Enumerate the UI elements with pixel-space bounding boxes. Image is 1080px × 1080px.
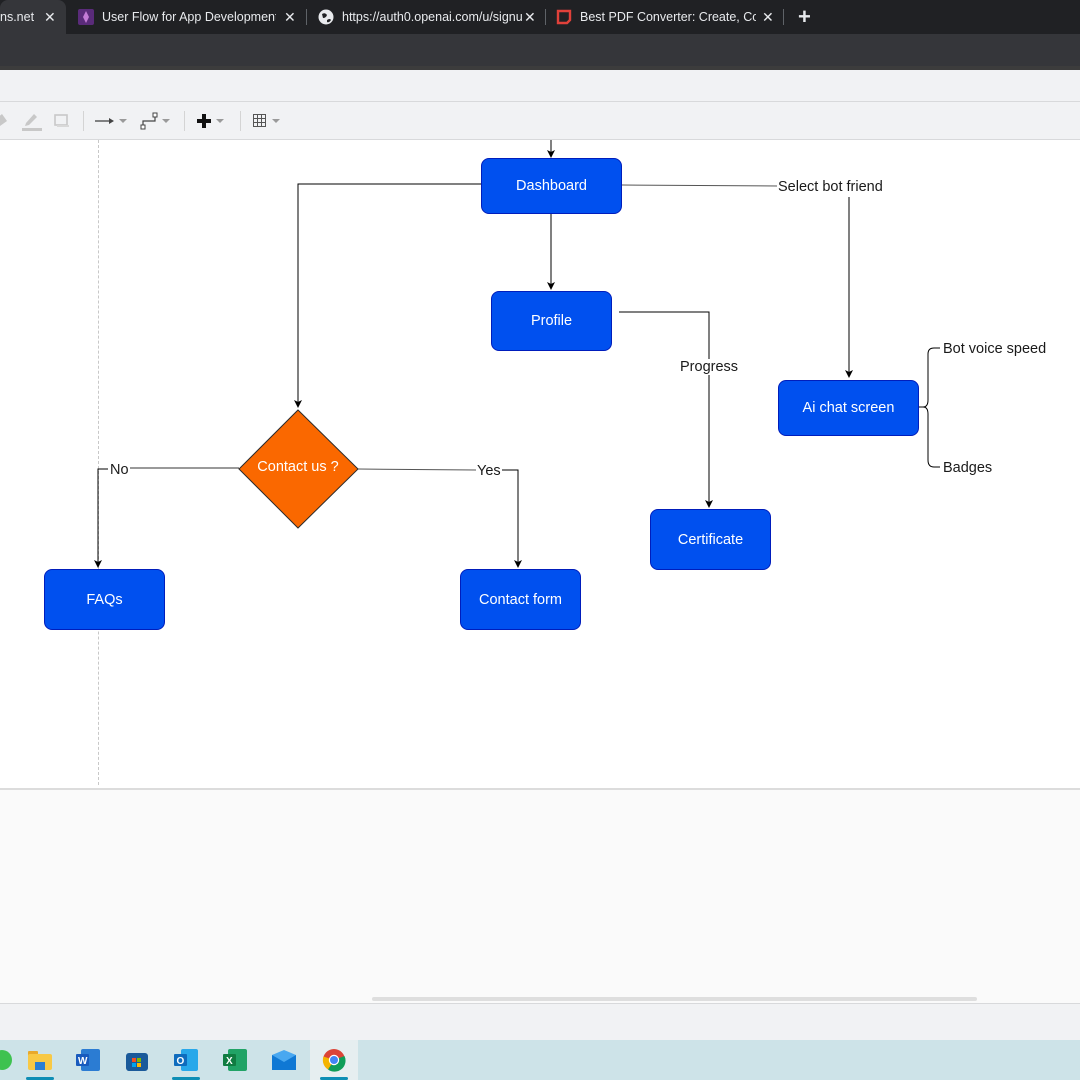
connection-style-button[interactable] [95,110,127,132]
canvas-background [0,790,1080,1003]
plus-icon [197,114,211,128]
edge-dashboard-contact[interactable] [294,183,481,408]
chevron-down-icon [216,119,224,123]
tab-separator [306,9,307,25]
node-label: FAQs [86,591,123,608]
waypoint-connector-icon [140,112,158,130]
mail-icon [272,1050,296,1070]
contact-decision-label: Contact us ? [257,459,339,475]
node-label: Contact form [479,591,562,608]
pencil-icon [22,114,42,131]
tab-title: https://auth0.openai.com/u/signu [342,10,522,24]
tab-separator [783,9,784,25]
insert-button[interactable] [196,110,224,132]
browser-tab-strip: ns.net ✕ User Flow for App Development: … [0,0,1080,34]
tab-pdf-converter[interactable]: Best PDF Converter: Create, Conv ✕ [556,0,778,34]
edge-label-no[interactable]: No [109,462,130,478]
ai-chat-screen-node[interactable]: Ai chat screen [778,380,919,436]
diagram-canvas[interactable]: Dashboard Profile Ai chat screen Certifi… [0,140,1080,790]
tab-user-flow[interactable]: User Flow for App Development: ✕ [78,0,300,34]
table-grid-icon [253,114,266,127]
page-tabs-bar [0,1003,1080,1041]
taskbar-outlook[interactable]: O [162,1040,210,1080]
node-label: Dashboard [516,178,587,194]
pdf-converter-icon [556,9,572,25]
whatsapp-icon [0,1050,12,1070]
new-tab-button[interactable]: + [798,0,811,34]
edge-profile-certificate[interactable] [619,311,713,508]
svg-text:W: W [78,1056,88,1067]
close-tab-icon[interactable]: ✕ [44,9,56,26]
node-label: Profile [530,313,573,329]
contact-form-node[interactable]: Contact form [460,569,581,630]
edge-label-progress[interactable]: Progress [679,359,740,375]
node-label: Certificate [677,531,744,548]
app-menu-strip [0,70,1080,102]
globe-icon [318,9,334,25]
tab-auth0[interactable]: https://auth0.openai.com/u/signu ✕ [318,0,540,34]
edge-yes-b[interactable] [501,469,522,568]
edge-label-yes[interactable]: Yes [476,463,502,479]
waypoints-button[interactable] [140,110,170,132]
chevron-down-icon [272,119,280,123]
tab-separator [545,9,546,25]
toolbar-separator [184,111,185,131]
tab-title: Best PDF Converter: Create, Conv [580,10,756,24]
plus-icon: + [798,4,811,29]
connectors-layer [94,140,940,568]
excel-icon: X [223,1049,247,1071]
taskbar-file-explorer[interactable] [16,1040,64,1080]
label-bot-voice-speed[interactable]: Bot voice speed [942,341,1048,357]
figma-community-icon [78,9,94,25]
browser-address-area [0,34,1080,66]
line-color-button[interactable] [21,110,43,132]
windows-taskbar: W O X [0,1040,1080,1080]
profile-node[interactable]: Profile [491,291,612,351]
outlook-icon: O [174,1049,198,1071]
close-tab-icon[interactable]: ✕ [762,9,774,26]
arrow-right-icon [95,118,114,124]
chrome-icon [322,1049,346,1072]
paint-bucket-icon [0,114,7,126]
toolbar-separator [240,111,241,131]
folder-icon [28,1051,52,1070]
chevron-down-icon [119,119,127,123]
brace-connector[interactable] [919,347,940,468]
svg-text:X: X [226,1056,233,1067]
tab-drawio[interactable]: ns.net ✕ [0,0,66,34]
taskbar-microsoft-store[interactable] [113,1040,161,1080]
node-label: Ai chat screen [802,400,895,416]
tab-title: ns.net [0,10,35,24]
fill-color-button[interactable] [0,110,10,132]
svg-text:O: O [177,1056,185,1067]
tab-title: User Flow for App Development: [102,10,276,24]
word-icon: W [76,1049,100,1071]
taskbar-excel[interactable]: X [211,1040,259,1080]
faqs-node[interactable]: FAQs [44,569,165,630]
edge-no-b[interactable] [94,468,108,568]
table-button[interactable] [252,110,280,132]
taskbar-mail[interactable] [260,1040,308,1080]
taskbar-word[interactable]: W [64,1040,112,1080]
toolbar-separator [83,111,84,131]
edge-dashboard-aichat-a[interactable] [621,184,779,187]
diagram-toolbar [0,102,1080,140]
shadow-box-icon [54,114,69,127]
shadow-button[interactable] [53,110,71,132]
edge-label-select-bot-friend[interactable]: Select bot friend [777,179,884,195]
taskbar-chrome[interactable] [310,1040,358,1080]
close-tab-icon[interactable]: ✕ [524,9,536,26]
edge-yes-a[interactable] [357,468,477,471]
close-tab-icon[interactable]: ✕ [284,9,296,26]
dashboard-node[interactable]: Dashboard [481,158,622,214]
horizontal-scrollbar[interactable] [372,997,977,1001]
chevron-down-icon [162,119,170,123]
certificate-node[interactable]: Certificate [650,509,771,570]
label-badges[interactable]: Badges [942,460,994,476]
store-icon [126,1053,148,1071]
